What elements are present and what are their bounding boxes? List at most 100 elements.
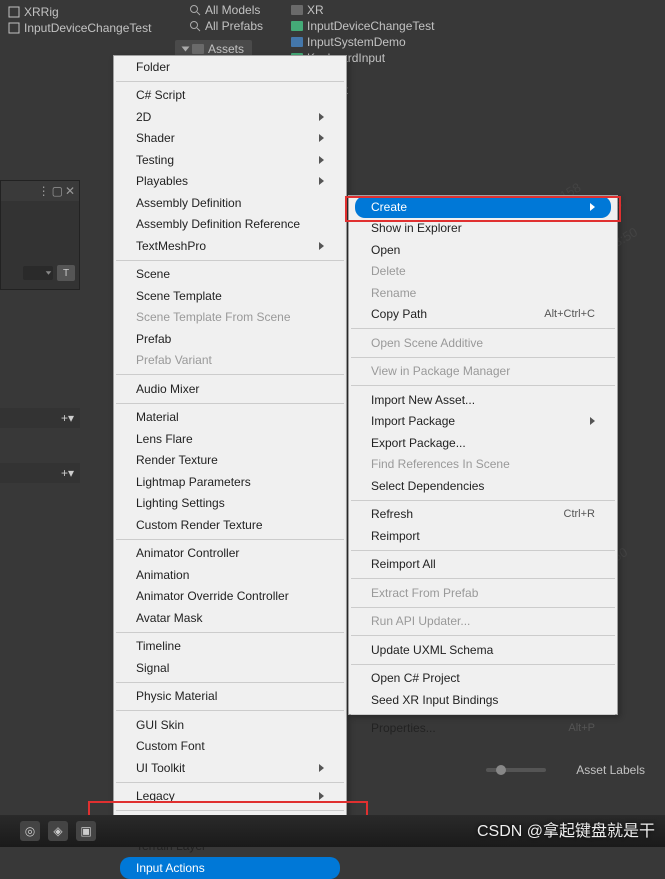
menu-item-extract-from-prefab: Extract From Prefab [349, 582, 617, 604]
project-item[interactable]: InputSystemDemo [285, 34, 440, 50]
menu-item-update-uxml-schema[interactable]: Update UXML Schema [349, 639, 617, 661]
filter-all-prefabs[interactable]: All Prefabs [185, 18, 285, 34]
menu-item-label: Lens Flare [136, 432, 193, 446]
menu-item-c-script[interactable]: C# Script [114, 85, 346, 107]
menu-item-label: Open [371, 243, 400, 257]
project-item[interactable]: InputDeviceChangeTest [285, 18, 440, 34]
menu-item-input-actions[interactable]: Input Actions [120, 857, 340, 879]
hierarchy-item[interactable]: XRRig [8, 4, 172, 20]
hierarchy-item[interactable]: InputDeviceChangeTest [8, 20, 172, 36]
menu-shortcut: Alt+P [568, 722, 595, 734]
menu-item-animator-controller[interactable]: Animator Controller [114, 543, 346, 565]
menu-item-label: Select Dependencies [371, 479, 484, 493]
menu-item-properties[interactable]: Properties...Alt+P [349, 718, 617, 740]
menu-item-reimport[interactable]: Reimport [349, 525, 617, 547]
menu-item-scene[interactable]: Scene [114, 264, 346, 286]
menu-item-label: Physic Material [136, 689, 217, 703]
menu-item-custom-font[interactable]: Custom Font [114, 736, 346, 758]
hierarchy-label: InputDeviceChangeTest [24, 21, 151, 35]
taskbar-app-icon[interactable]: ▣ [76, 821, 96, 841]
menu-item-select-dependencies[interactable]: Select Dependencies [349, 475, 617, 497]
menu-item-avatar-mask[interactable]: Avatar Mask [114, 607, 346, 629]
filter-all-models[interactable]: All Models [185, 2, 285, 18]
menu-item-audio-mixer[interactable]: Audio Mixer [114, 378, 346, 400]
menu-item-scene-template[interactable]: Scene Template [114, 285, 346, 307]
search-icon [189, 4, 201, 16]
zoom-slider[interactable] [486, 768, 546, 772]
project-item[interactable]: XR [285, 2, 440, 18]
plus-icon[interactable]: +▾ [61, 466, 74, 480]
menu-separator [351, 607, 615, 608]
menu-item-label: Find References In Scene [371, 457, 510, 471]
menu-item-lighting-settings[interactable]: Lighting Settings [114, 493, 346, 515]
menu-item-label: Audio Mixer [136, 382, 199, 396]
menu-item-label: Refresh [371, 507, 413, 521]
dropdown[interactable] [23, 266, 53, 280]
plus-icon[interactable]: +▾ [61, 411, 74, 425]
menu-item-label: Testing [136, 153, 174, 167]
menu-item-label: Import New Asset... [371, 393, 475, 407]
menu-item-create[interactable]: Create [355, 196, 611, 218]
dock-icon[interactable]: ⋮ [38, 184, 50, 198]
menu-item-assembly-definition-reference[interactable]: Assembly Definition Reference [114, 214, 346, 236]
text-mode-button[interactable]: T [57, 265, 75, 281]
menu-item-open[interactable]: Open [349, 239, 617, 261]
menu-item-export-package[interactable]: Export Package... [349, 432, 617, 454]
close-icon[interactable]: ✕ [65, 184, 75, 198]
menu-separator [351, 357, 615, 358]
menu-item-label: Prefab [136, 332, 171, 346]
menu-item-label: Render Texture [136, 453, 218, 467]
csdn-watermark: CSDN @拿起键盘就是干 [477, 817, 655, 841]
scene-icon [291, 37, 303, 47]
menu-item-label: Custom Render Texture [136, 518, 263, 532]
menu-item-playables[interactable]: Playables [114, 171, 346, 193]
menu-item-seed-xr-input-bindings[interactable]: Seed XR Input Bindings [349, 689, 617, 711]
menu-item-lens-flare[interactable]: Lens Flare [114, 428, 346, 450]
menu-item-copy-path[interactable]: Copy PathAlt+Ctrl+C [349, 304, 617, 326]
menu-item-custom-render-texture[interactable]: Custom Render Texture [114, 514, 346, 536]
taskbar-app-icon[interactable]: ◎ [20, 821, 40, 841]
menu-item-signal[interactable]: Signal [114, 657, 346, 679]
menu-item-refresh[interactable]: RefreshCtrl+R [349, 504, 617, 526]
menu-item-prefab[interactable]: Prefab [114, 328, 346, 350]
menu-item-2d[interactable]: 2D [114, 106, 346, 128]
menu-item-scene-template-from-scene: Scene Template From Scene [114, 307, 346, 329]
menu-item-timeline[interactable]: Timeline [114, 636, 346, 658]
menu-item-label: Assembly Definition Reference [136, 217, 300, 231]
gameobject-icon [8, 6, 20, 18]
menu-separator [351, 385, 615, 386]
menu-item-label: Lighting Settings [136, 496, 225, 510]
menu-item-import-new-asset[interactable]: Import New Asset... [349, 389, 617, 411]
menu-item-testing[interactable]: Testing [114, 149, 346, 171]
create-submenu[interactable]: FolderC# Script2DShaderTestingPlayablesA… [113, 55, 347, 831]
menu-item-folder[interactable]: Folder [114, 56, 346, 78]
menu-item-rename: Rename [349, 282, 617, 304]
menu-item-assembly-definition[interactable]: Assembly Definition [114, 192, 346, 214]
menu-separator [116, 710, 344, 711]
menu-item-shader[interactable]: Shader [114, 128, 346, 150]
menu-item-label: Animator Controller [136, 546, 239, 560]
submenu-arrow-icon [590, 203, 595, 211]
submenu-arrow-icon [590, 417, 595, 425]
panel-header: ⋮ ▢ ✕ [1, 181, 79, 201]
menu-item-reimport-all[interactable]: Reimport All [349, 554, 617, 576]
menu-item-open-c-project[interactable]: Open C# Project [349, 668, 617, 690]
menu-item-physic-material[interactable]: Physic Material [114, 686, 346, 708]
menu-item-textmeshpro[interactable]: TextMeshPro [114, 235, 346, 257]
menu-item-material[interactable]: Material [114, 407, 346, 429]
menu-item-delete: Delete [349, 261, 617, 283]
menu-item-lightmap-parameters[interactable]: Lightmap Parameters [114, 471, 346, 493]
menu-item-render-texture[interactable]: Render Texture [114, 450, 346, 472]
maximize-icon[interactable]: ▢ [52, 184, 63, 198]
menu-item-import-package[interactable]: Import Package [349, 411, 617, 433]
menu-separator [116, 682, 344, 683]
assets-context-menu[interactable]: CreateShow in Explorer Open DeleteRenameCo… [348, 195, 618, 715]
menu-item-ui-toolkit[interactable]: UI Toolkit [114, 757, 346, 779]
menu-item-animator-override-controller[interactable]: Animator Override Controller [114, 586, 346, 608]
menu-item-legacy[interactable]: Legacy [114, 786, 346, 808]
menu-item-show-in-explorer[interactable]: Show in Explorer [349, 218, 617, 240]
menu-item-animation[interactable]: Animation [114, 564, 346, 586]
taskbar-unity-icon[interactable]: ◈ [48, 821, 68, 841]
menu-item-gui-skin[interactable]: GUI Skin [114, 714, 346, 736]
submenu-arrow-icon [319, 242, 324, 250]
